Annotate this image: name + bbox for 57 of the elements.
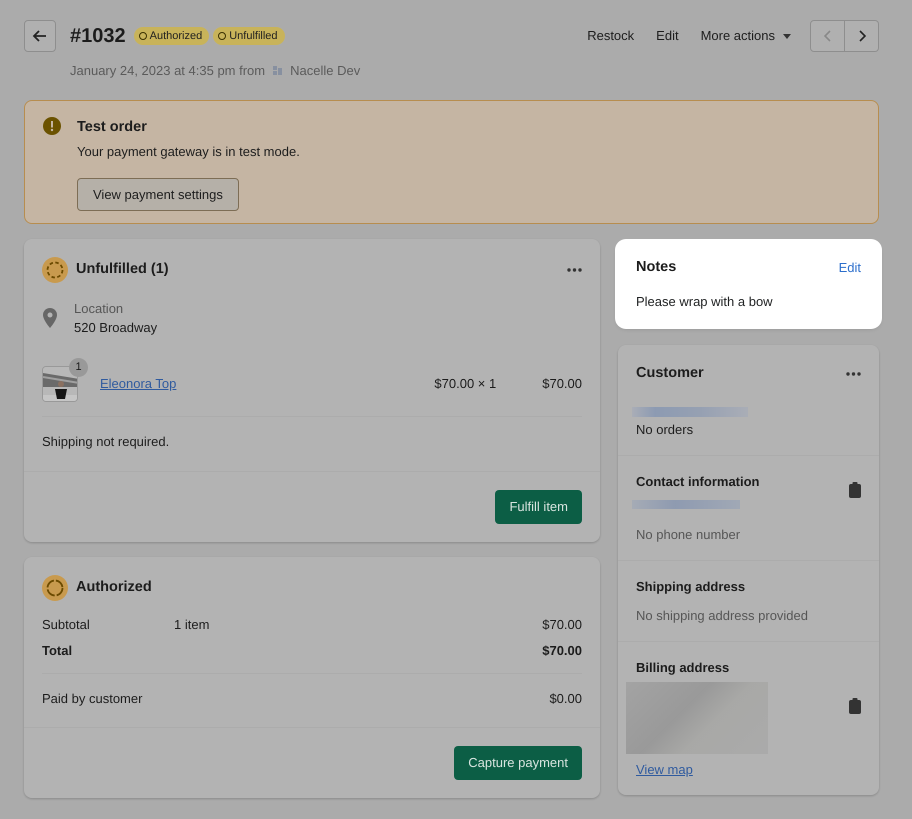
section-title: Shipping address — [636, 578, 746, 596]
card-title: Unfulfilled (1) — [76, 260, 169, 279]
paid-label: Paid by customer — [42, 690, 142, 708]
order-number: #1032 — [70, 24, 126, 49]
order-date: January 24, 2023 at 4:35 pm from — [70, 62, 266, 80]
summary-label: Total — [42, 642, 74, 660]
more-options-button[interactable] — [567, 268, 582, 272]
section-title: Contact information — [636, 473, 760, 491]
location-pin-icon — [42, 308, 58, 328]
summary-amount: $70.00 — [542, 616, 582, 634]
chevron-left-icon — [822, 29, 832, 43]
summary-label: Subtotal — [42, 616, 91, 634]
capture-payment-button[interactable]: Capture payment — [454, 746, 582, 780]
clipboard-icon[interactable] — [849, 698, 861, 714]
edit-notes-link[interactable]: Edit — [838, 258, 861, 278]
section-note: No shipping address provided — [636, 606, 809, 625]
unfulfilled-status-icon — [42, 256, 68, 282]
view-map-link[interactable]: View map — [636, 760, 693, 779]
status-badge: Authorized — [134, 26, 210, 46]
quantity-badge: 1 — [69, 358, 88, 376]
paid-amount: $0.00 — [549, 690, 582, 708]
more-icon — [567, 268, 582, 272]
caret-icon — [783, 34, 791, 38]
more-icon — [846, 372, 861, 376]
channel-icon — [273, 66, 282, 76]
card-title: Customer — [636, 364, 704, 383]
view-payment-settings-button[interactable]: View payment settings — [77, 178, 239, 212]
section-note: No phone number — [636, 526, 742, 544]
more-options-button[interactable] — [846, 372, 861, 376]
fulfill-item-button[interactable]: Fulfill item — [495, 490, 582, 524]
card-title: Notes — [636, 258, 676, 276]
line-total: $70.00 — [542, 374, 582, 393]
clipboard-icon[interactable] — [849, 482, 861, 498]
location-label: Location — [74, 300, 124, 318]
summary-detail: 1 item — [174, 616, 210, 634]
channel-name: Nacelle Dev — [290, 62, 360, 80]
more-actions-menu[interactable]: More actions — [690, 22, 802, 50]
banner-message: Your payment gateway is in test mode. — [77, 143, 300, 162]
shipping-note: Shipping not required. — [42, 432, 170, 451]
note-text: Please wrap with a bow — [636, 293, 774, 312]
authorized-status-icon — [42, 574, 68, 600]
section-title: Billing address — [636, 659, 730, 677]
status-badge: Unfulfilled — [213, 26, 285, 46]
banner-title: Test order — [77, 118, 148, 136]
back-arrow-icon — [32, 28, 48, 44]
action-button[interactable]: Restock — [576, 22, 646, 50]
unit-price: $70.00 × 1 — [434, 374, 496, 393]
warning-icon — [43, 116, 61, 134]
summary-amount: $70.00 — [542, 642, 582, 660]
back-button[interactable] — [24, 20, 56, 52]
chevron-right-icon — [856, 29, 866, 43]
action-button[interactable]: Edit — [645, 22, 690, 50]
order-count: No orders — [636, 420, 694, 438]
location-address: 520 Broadway — [74, 319, 158, 337]
product-link[interactable]: Eleonora Top — [100, 374, 176, 394]
card-title: Authorized — [76, 578, 152, 597]
next-button[interactable] — [845, 20, 879, 52]
